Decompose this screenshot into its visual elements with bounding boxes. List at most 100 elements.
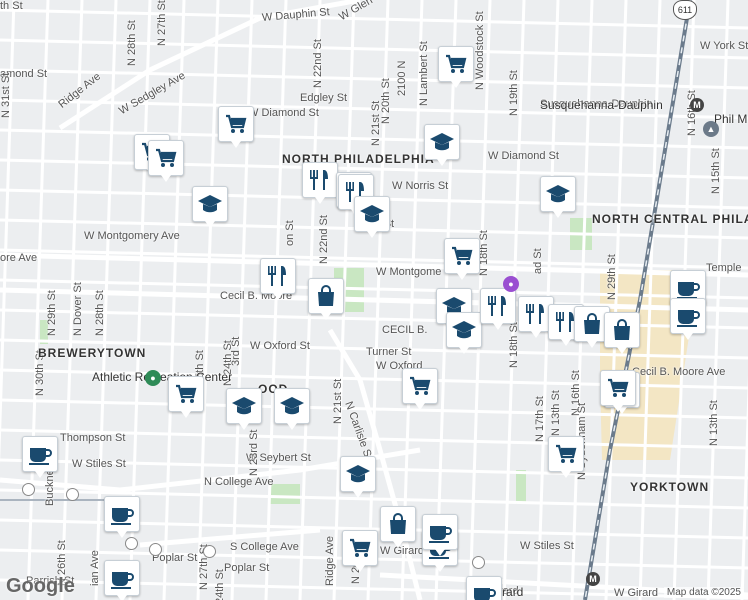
bus-stop-icon[interactable] xyxy=(149,543,162,556)
shopping-bag-icon xyxy=(614,319,630,340)
street-label: N 29th St xyxy=(606,254,618,300)
school-marker[interactable] xyxy=(340,456,376,498)
street-label: N 22nd St xyxy=(312,39,324,88)
grocery-marker[interactable] xyxy=(148,140,184,182)
street-label: W York St xyxy=(700,40,748,52)
street-label: W Norris St xyxy=(392,180,449,192)
cafe-marker[interactable] xyxy=(22,436,58,478)
school-marker[interactable] xyxy=(540,176,576,218)
fork-knife-icon xyxy=(488,296,506,316)
street-label: CECIL B. xyxy=(382,324,428,336)
place-poi-icon[interactable]: ● xyxy=(503,276,519,292)
map-canvas[interactable]: W Dauphin St W Glen W York St amond St W Sed… xyxy=(0,0,748,600)
park-area xyxy=(270,484,300,504)
school-marker[interactable] xyxy=(274,388,310,430)
street-label: W Girard xyxy=(614,587,658,599)
cafe-marker[interactable] xyxy=(670,298,706,340)
bus-stop-icon[interactable] xyxy=(22,483,35,496)
university-poi-icon[interactable]: ▲ xyxy=(703,121,719,137)
street-label: N 31st St xyxy=(0,72,12,118)
street-label: W Diamond St xyxy=(248,107,319,119)
restaurant-marker[interactable] xyxy=(260,258,296,300)
restaurant-marker[interactable] xyxy=(480,288,516,330)
bus-stop-icon[interactable] xyxy=(203,545,216,558)
street-label: Edgley St xyxy=(300,92,348,104)
fork-knife-icon xyxy=(268,266,286,286)
cafe-marker[interactable] xyxy=(104,496,140,538)
school-marker[interactable] xyxy=(424,124,460,166)
street-label: N Lambert St xyxy=(418,41,430,106)
coffee-cup-icon xyxy=(474,588,496,600)
street-label: N 13th St xyxy=(550,390,562,436)
street-label: N 20th St xyxy=(380,78,392,124)
street-label: N Woodstock St xyxy=(474,11,486,90)
metro-station-icon[interactable]: M xyxy=(586,572,600,586)
street-label: N 22nd St xyxy=(318,215,330,264)
cafe-marker[interactable] xyxy=(466,576,502,600)
place-label[interactable]: Athletic Recreation Center xyxy=(92,370,232,384)
restaurant-marker[interactable] xyxy=(302,162,338,204)
place-label[interactable]: Susquehanna-Dauphin xyxy=(540,98,663,112)
cafe-marker[interactable] xyxy=(422,514,458,556)
street-label: Thompson St xyxy=(60,432,126,444)
grocery-marker[interactable] xyxy=(444,238,480,280)
street-label: N 21st St xyxy=(332,378,344,424)
fork-knife-icon xyxy=(526,304,544,324)
metro-station-icon[interactable]: M xyxy=(690,98,704,112)
street-label: W Montgomery Ave xyxy=(84,230,180,242)
street-label: W Oxford St xyxy=(250,340,310,352)
shopping-cart-icon xyxy=(608,378,629,397)
bus-stop-icon[interactable] xyxy=(66,488,79,501)
street-label: N 28th St xyxy=(94,290,106,336)
street-label: N 27th St xyxy=(156,0,168,46)
coffee-cup-icon xyxy=(429,526,452,543)
highway-611-shield: 611 xyxy=(673,0,697,20)
street-label: th St xyxy=(0,0,23,12)
street-label: W Montgome xyxy=(376,266,442,278)
grocery-marker[interactable] xyxy=(342,530,378,572)
shopping-bag-icon xyxy=(318,285,334,306)
graduation-cap-icon xyxy=(546,185,570,203)
street-label: W Stiles St xyxy=(72,458,126,470)
neighborhood-label: BREWERYTOWN xyxy=(38,346,147,360)
school-marker[interactable] xyxy=(226,388,262,430)
neighborhood-label: NORTH CENTRAL PHILADELPHIA xyxy=(592,212,748,226)
street-label: N 19th St xyxy=(508,70,520,116)
grocery-marker[interactable] xyxy=(218,106,254,148)
street-label: N 28th St xyxy=(126,20,138,66)
school-marker[interactable] xyxy=(446,312,482,354)
shopping-bag-icon xyxy=(584,313,600,334)
place-label[interactable]: Phil Mill xyxy=(714,112,748,126)
grocery-marker[interactable] xyxy=(600,370,636,412)
coffee-cup-icon xyxy=(111,572,134,589)
street-label: N Dover St xyxy=(72,282,84,336)
grocery-marker[interactable] xyxy=(438,46,474,88)
park-poi-icon[interactable]: ● xyxy=(145,370,161,386)
cafe-marker[interactable] xyxy=(104,560,140,600)
fork-knife-icon xyxy=(310,170,328,190)
graduation-cap-icon xyxy=(198,195,222,213)
shopping-cart-icon xyxy=(176,384,197,403)
street-label: 2100 N xyxy=(396,60,408,96)
street-label: W Diamond St xyxy=(488,150,559,162)
shopping-cart-icon xyxy=(410,376,431,395)
street-label: on St xyxy=(284,220,296,246)
street-label: Poplar St xyxy=(224,562,270,574)
bus-stop-icon[interactable] xyxy=(125,537,138,550)
graduation-cap-icon xyxy=(232,397,256,415)
street-label: ian Ave xyxy=(89,550,101,586)
map-data-credit: Map data ©2025 xyxy=(663,587,744,598)
street-label: N 17th St xyxy=(534,396,546,442)
shopping-cart-icon xyxy=(350,538,371,557)
school-marker[interactable] xyxy=(192,186,228,228)
grocery-marker[interactable] xyxy=(168,376,204,418)
street-label: W Stiles St xyxy=(520,540,574,552)
grocery-marker[interactable] xyxy=(402,368,438,410)
bus-stop-icon[interactable] xyxy=(472,556,485,569)
shopping-marker[interactable] xyxy=(308,278,344,320)
grocery-marker[interactable] xyxy=(548,436,584,478)
street-label: Ridge Ave xyxy=(324,536,336,586)
school-marker[interactable] xyxy=(354,196,390,238)
shopping-marker[interactable] xyxy=(380,506,416,548)
shopping-marker[interactable] xyxy=(604,312,640,354)
